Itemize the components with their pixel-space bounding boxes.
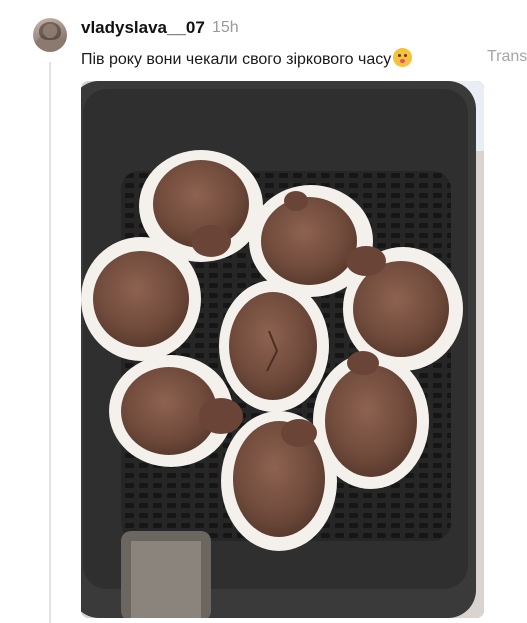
thread-line xyxy=(49,62,51,623)
kissing-face-icon xyxy=(393,48,413,67)
photo-illustration xyxy=(81,81,484,618)
post-time[interactable]: 15h xyxy=(212,19,239,37)
avatar[interactable] xyxy=(33,18,67,52)
translate-link[interactable]: Trans xyxy=(487,48,527,66)
thread-post: vladyslava__07 15h Пів року вони чекали … xyxy=(0,0,527,623)
username[interactable]: vladyslava__07 xyxy=(81,18,205,38)
caption-text: Пів року вони чекали свого зіркового час… xyxy=(81,51,392,68)
post-caption: Пів року вони чекали свого зіркового час… xyxy=(81,48,413,69)
post-photo[interactable] xyxy=(81,81,484,618)
